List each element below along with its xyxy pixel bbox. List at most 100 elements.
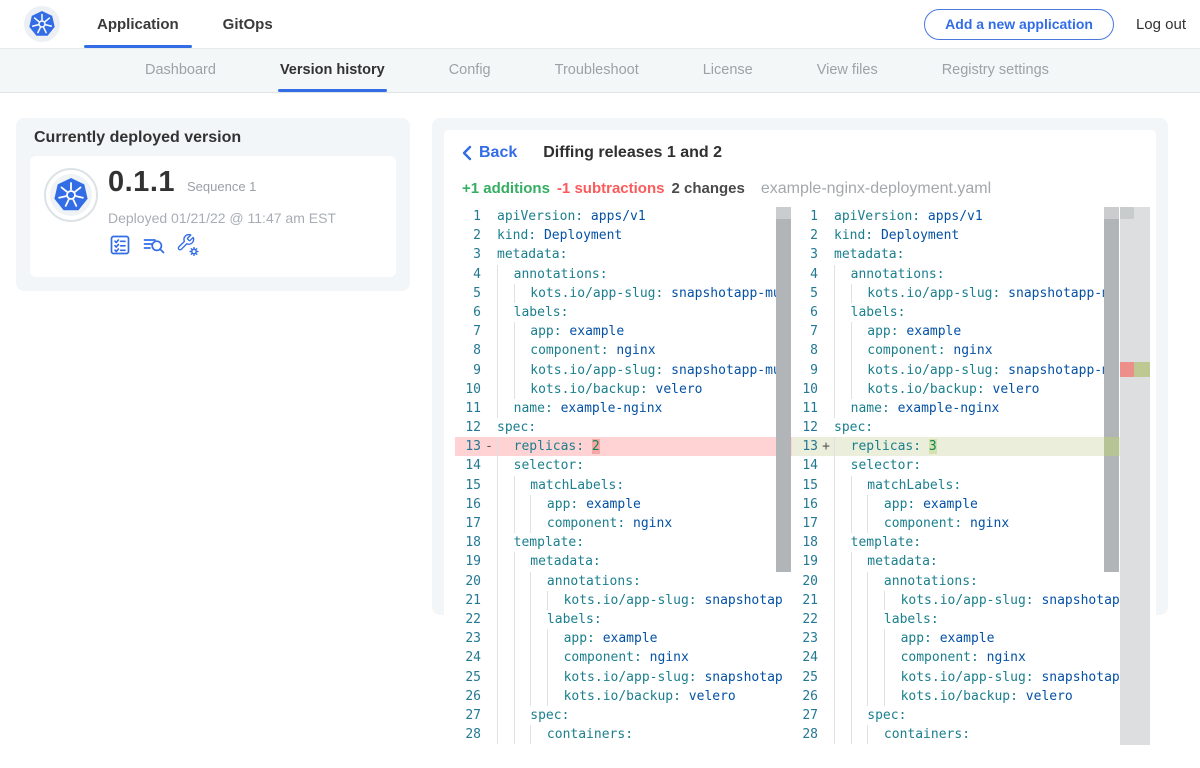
overview-added-marker xyxy=(1134,362,1150,377)
code-line: 6labels: xyxy=(792,303,1120,322)
scrollbar-diff-marker xyxy=(1104,437,1119,456)
top-nav: Application GitOps Add a new application … xyxy=(0,0,1200,49)
code-line: 22labels: xyxy=(792,610,1120,629)
code-line: 20annotations: xyxy=(792,572,1120,591)
code-line: 28containers: xyxy=(455,725,792,744)
subnav-tab-registry-settings[interactable]: Registry settings xyxy=(942,48,1049,92)
code-line: 5kots.io/app-slug: snapshotapp-mu xyxy=(792,284,1120,303)
deployed-version-number: 0.1.1 xyxy=(108,166,175,199)
scrollbar-thumb[interactable] xyxy=(1104,219,1119,572)
deployed-sequence-label: Sequence 1 xyxy=(187,179,256,194)
nav-tab-gitops[interactable]: GitOps xyxy=(210,0,286,48)
app-icon-badge xyxy=(44,168,98,222)
code-line: 11name: example-nginx xyxy=(455,399,792,418)
subnav-tab-license[interactable]: License xyxy=(703,48,753,92)
code-line: 1apiVersion: apps/v1 xyxy=(792,207,1120,226)
code-line: 2kind: Deployment xyxy=(792,226,1120,245)
subnav-tab-config[interactable]: Config xyxy=(449,48,491,92)
diff-filename: example-nginx-deployment.yaml xyxy=(761,180,991,198)
diff-stats: +1 additions -1 subtractions 2 changes e… xyxy=(462,180,991,198)
code-line: 18template: xyxy=(792,533,1120,552)
code-line: 24component: nginx xyxy=(455,648,792,667)
diff-panel-inner: Back Diffing releases 1 and 2 +1 additio… xyxy=(444,130,1156,745)
code-line: 4annotations: xyxy=(455,265,792,284)
code-line: 17component: nginx xyxy=(455,514,792,533)
app-subnav: Dashboard Version history Config Troublesho… xyxy=(0,48,1200,93)
code-line: 15matchLabels: xyxy=(455,476,792,495)
subnav-tab-troubleshoot[interactable]: Troubleshoot xyxy=(555,48,639,92)
code-line: 19metadata: xyxy=(792,552,1120,571)
wrench-gear-icon[interactable] xyxy=(176,233,200,257)
diff-overview-ruler[interactable] xyxy=(1120,207,1150,745)
diff-title: Diffing releases 1 and 2 xyxy=(543,144,722,162)
logout-link[interactable]: Log out xyxy=(1136,16,1186,33)
version-action-icons xyxy=(108,233,200,257)
diff-pane-modified: 1apiVersion: apps/v12kind: Deployment3me… xyxy=(792,207,1150,745)
code-line: 7app: example xyxy=(792,322,1120,341)
nav-right: Add a new application Log out xyxy=(924,0,1186,48)
changes-count: 2 changes xyxy=(671,180,744,197)
code-line: 14selector: xyxy=(792,456,1120,475)
code-line: 21kots.io/app-slug: snapshotap xyxy=(792,591,1120,610)
left-pane-scrollbar[interactable] xyxy=(776,207,791,745)
code-line: 15matchLabels: xyxy=(792,476,1120,495)
subnav-tab-view-files[interactable]: View files xyxy=(817,48,878,92)
add-application-button[interactable]: Add a new application xyxy=(924,9,1114,40)
code-line: 17component: nginx xyxy=(792,514,1120,533)
code-line: 23app: example xyxy=(792,629,1120,648)
checklist-icon[interactable] xyxy=(108,233,132,257)
code-line: 13-replicas: 2 xyxy=(455,437,792,456)
deployed-timestamp: Deployed 01/21/22 @ 11:47 am EST xyxy=(108,210,336,226)
code-line: 9kots.io/app-slug: snapshotapp-mu xyxy=(792,361,1120,380)
code-line: 21kots.io/app-slug: snapshotap xyxy=(455,591,792,610)
code-line: 12spec: xyxy=(792,418,1120,437)
scrollbar-thumb[interactable] xyxy=(776,219,791,572)
main-nav-tabs: Application GitOps xyxy=(84,0,286,48)
code-line: 25kots.io/app-slug: snapshotap xyxy=(792,668,1120,687)
subnav-tab-version-history[interactable]: Version history xyxy=(280,48,385,92)
code-line: 7app: example xyxy=(455,322,792,341)
back-label: Back xyxy=(479,144,517,162)
code-line: 24component: nginx xyxy=(792,648,1120,667)
code-line: 27spec: xyxy=(455,706,792,725)
code-line: 6labels: xyxy=(455,303,792,322)
code-line: 2kind: Deployment xyxy=(455,226,792,245)
code-line: 18template: xyxy=(455,533,792,552)
overview-removed-marker xyxy=(1120,362,1134,377)
file-search-icon[interactable] xyxy=(142,233,166,257)
code-line: 11name: example-nginx xyxy=(792,399,1120,418)
code-line: 3metadata: xyxy=(455,245,792,264)
back-link[interactable]: Back xyxy=(462,144,517,162)
currently-deployed-card: Currently deployed version 0.1. xyxy=(16,118,410,291)
code-line: 10kots.io/backup: velero xyxy=(792,380,1120,399)
code-line: 8component: nginx xyxy=(792,341,1120,360)
right-pane-scrollbar[interactable] xyxy=(1104,207,1119,745)
code-line: 10kots.io/backup: velero xyxy=(455,380,792,399)
code-line: 22labels: xyxy=(455,610,792,629)
diff-pane-original: 1apiVersion: apps/v12kind: Deployment3me… xyxy=(455,207,792,745)
subnav-tab-dashboard[interactable]: Dashboard xyxy=(145,48,216,92)
code-line: 8component: nginx xyxy=(455,341,792,360)
nav-tab-application[interactable]: Application xyxy=(84,0,192,48)
diff-editor: 1apiVersion: apps/v12kind: Deployment3me… xyxy=(455,207,1150,745)
code-line: 13+replicas: 3 xyxy=(792,437,1120,456)
code-line: 27spec: xyxy=(792,706,1120,725)
code-line: 9kots.io/app-slug: snapshotapp-mu xyxy=(455,361,792,380)
code-line: 5kots.io/app-slug: snapshotapp-mu xyxy=(455,284,792,303)
code-line: 14selector: xyxy=(455,456,792,475)
code-line: 12spec: xyxy=(455,418,792,437)
deployed-version-tile: 0.1.1 Sequence 1 Deployed 01/21/22 @ 11:… xyxy=(30,156,396,277)
code-line: 16app: example xyxy=(792,495,1120,514)
subtractions-count: -1 subtractions xyxy=(557,180,665,197)
diff-panel: Back Diffing releases 1 and 2 +1 additio… xyxy=(432,118,1168,615)
code-line: 19metadata: xyxy=(455,552,792,571)
code-line: 1apiVersion: apps/v1 xyxy=(455,207,792,226)
code-line: 23app: example xyxy=(455,629,792,648)
additions-count: +1 additions xyxy=(462,180,550,197)
code-line: 20annotations: xyxy=(455,572,792,591)
code-line: 16app: example xyxy=(455,495,792,514)
code-line: 26kots.io/backup: velero xyxy=(792,687,1120,706)
chevron-left-icon xyxy=(462,145,472,161)
kubernetes-logo[interactable] xyxy=(24,6,60,42)
code-line: 25kots.io/app-slug: snapshotap xyxy=(455,668,792,687)
